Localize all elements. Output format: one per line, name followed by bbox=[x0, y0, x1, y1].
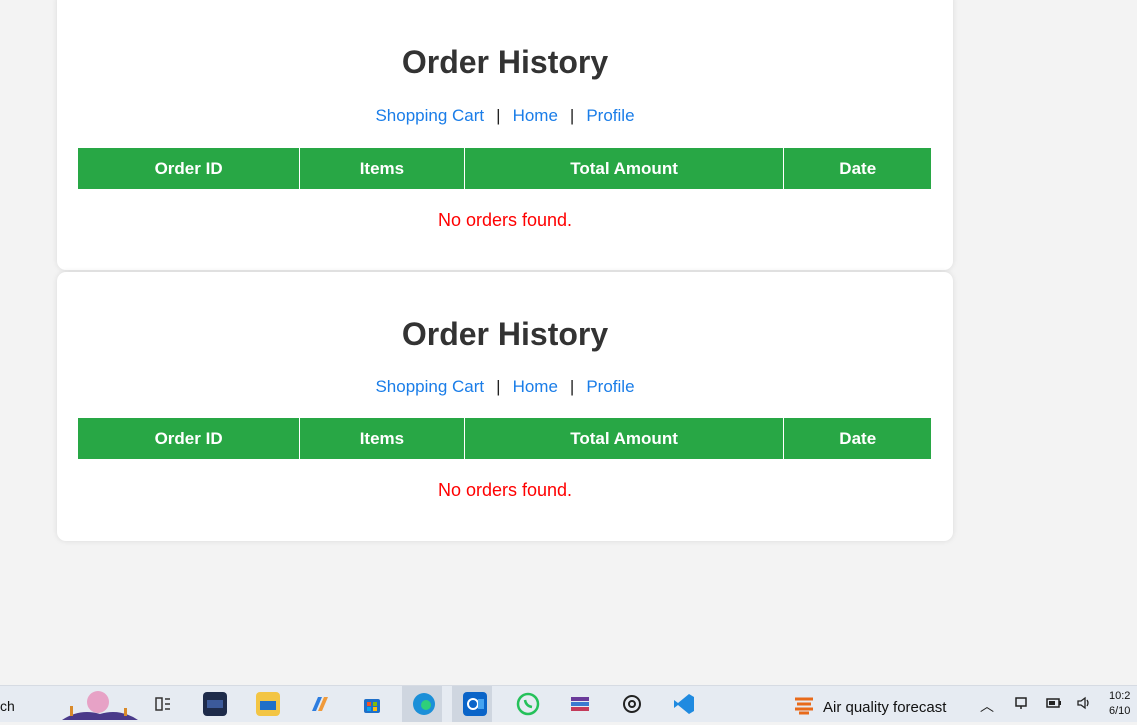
no-orders-message: No orders found. bbox=[437, 210, 573, 230]
home-link[interactable]: Home bbox=[513, 106, 558, 125]
nav-separator: | bbox=[496, 106, 501, 125]
column-header-total-amount: Total Amount bbox=[463, 418, 784, 459]
weather-widget[interactable]: Air quality forecast bbox=[793, 695, 946, 719]
nav-separator: | bbox=[569, 106, 575, 125]
clock-time: 10:2 bbox=[1109, 690, 1131, 702]
profile-link[interactable]: Profile bbox=[586, 377, 634, 396]
page-title: Order History bbox=[401, 316, 609, 352]
vscode-icon[interactable] bbox=[672, 692, 696, 716]
nav-links: Shopping Cart | Home | Profile bbox=[57, 106, 953, 126]
task-view-icon[interactable] bbox=[151, 692, 175, 716]
column-header-order-id: Order ID bbox=[78, 418, 300, 459]
column-header-date: Date bbox=[783, 418, 931, 459]
volume-icon[interactable] bbox=[1076, 696, 1092, 713]
order-history-card: Order History Shopping Cart | Home | Profile… bbox=[57, 272, 953, 541]
search-box[interactable]: ch bbox=[0, 698, 15, 714]
column-header-order-id: Order ID bbox=[78, 148, 300, 189]
home-link[interactable]: Home bbox=[513, 377, 558, 396]
order-history-card: Order History Shopping Cart | Home | Profile… bbox=[57, 0, 953, 270]
chatgpt-icon[interactable] bbox=[620, 692, 644, 716]
orders-table: Order ID Items Total Amount Date bbox=[78, 418, 931, 459]
nav-separator: | bbox=[569, 377, 575, 396]
table-header-row: Order ID Items Total Amount Date bbox=[78, 418, 931, 459]
orders-table: Order ID Items Total Amount Date bbox=[78, 148, 931, 189]
winrar-icon[interactable] bbox=[568, 692, 592, 716]
column-header-total-amount: Total Amount bbox=[463, 148, 784, 189]
table-header-row: Order ID Items Total Amount Date bbox=[78, 148, 931, 189]
nav-links: Shopping Cart | Home | Profile bbox=[57, 377, 953, 397]
column-header-items: Items bbox=[299, 148, 465, 189]
widgets-icon[interactable] bbox=[60, 688, 140, 720]
shopping-cart-link[interactable]: Shopping Cart bbox=[375, 377, 484, 396]
shopping-cart-link[interactable]: Shopping Cart bbox=[375, 106, 484, 125]
edge-icon[interactable] bbox=[412, 692, 436, 716]
nav-separator: | bbox=[496, 377, 501, 396]
page-title: Order History bbox=[401, 44, 609, 80]
clock[interactable]: 10:2 6/10 bbox=[1109, 689, 1130, 719]
store-icon[interactable] bbox=[360, 692, 384, 716]
outlook-icon[interactable] bbox=[463, 692, 487, 716]
air-quality-icon bbox=[793, 695, 815, 719]
column-header-items: Items bbox=[299, 418, 465, 459]
show-hidden-icons-chevron-up-icon[interactable]: ︿ bbox=[980, 696, 994, 716]
column-header-date: Date bbox=[783, 148, 931, 189]
terminal-icon[interactable] bbox=[203, 692, 227, 716]
no-orders-message: No orders found. bbox=[437, 480, 573, 500]
battery-icon[interactable] bbox=[1046, 696, 1062, 712]
file-explorer-icon[interactable] bbox=[256, 692, 280, 716]
weather-text: Air quality forecast bbox=[823, 698, 947, 716]
whatsapp-icon[interactable] bbox=[516, 692, 540, 716]
windows-taskbar: ch Air quality forecast ︿ 10:2 6/10 bbox=[0, 685, 1137, 722]
profile-link[interactable]: Profile bbox=[586, 106, 634, 125]
meet-now-icon[interactable] bbox=[1014, 696, 1028, 713]
clock-date: 6/10 bbox=[1109, 705, 1131, 717]
copilot-icon[interactable] bbox=[307, 692, 331, 716]
